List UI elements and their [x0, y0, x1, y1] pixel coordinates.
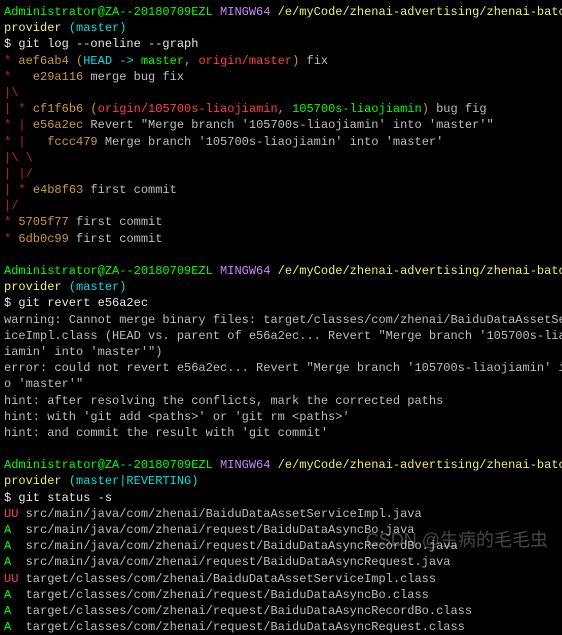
- warn-line: iceImpl.class (HEAD vs. parent of e56a2e…: [4, 328, 558, 344]
- command[interactable]: $ git status -s: [4, 490, 558, 506]
- status-code: A: [4, 588, 18, 602]
- command[interactable]: $ git log --oneline --graph: [4, 36, 558, 52]
- shell-tag: MINGW64: [220, 5, 270, 19]
- prompt-line2: provider (master): [4, 279, 558, 295]
- warn-line: warning: Cannot merge binary files: targ…: [4, 312, 558, 328]
- prompt-line: Administrator@ZA--20180709EZL MINGW64 /e…: [4, 263, 558, 279]
- cwd: /e/myCode/zhenai-advertising/zhenai-batc…: [278, 5, 562, 19]
- command[interactable]: $ git revert e56a2ec: [4, 295, 558, 311]
- error-line: o 'master'": [4, 376, 558, 392]
- status-row: A src/main/java/com/zhenai/request/Baidu…: [4, 522, 558, 538]
- log-row: * 6db0c99 first commit: [4, 231, 558, 247]
- log-row: * 5705f77 first commit: [4, 214, 558, 230]
- status-code: A: [4, 555, 18, 569]
- log-row: | * e4b8f63 first commit: [4, 182, 558, 198]
- prompt-line2: provider (master|REVERTING): [4, 473, 558, 489]
- status-row: A target/classes/com/zhenai/request/Baid…: [4, 619, 558, 635]
- status-code: A: [4, 539, 18, 553]
- commit-hash: 5705f77: [18, 215, 68, 229]
- user-host: Administrator@ZA--20180709EZL: [4, 5, 213, 19]
- branch: (master): [69, 21, 127, 35]
- commit-hash: aef6ab4: [18, 54, 68, 68]
- prompt-line: Administrator@ZA--20180709EZL MINGW64 /e…: [4, 457, 558, 473]
- commit-hash: e29a116: [33, 70, 83, 84]
- blank: [4, 441, 558, 457]
- status-code: A: [4, 604, 18, 618]
- log-row: | * cf1f6b6 (origin/105700s-liaojiamin, …: [4, 101, 558, 117]
- commit-hash: fccc479: [47, 135, 97, 149]
- blank: [4, 247, 558, 263]
- log-row: * | fccc479 Merge branch '105700s-liaoji…: [4, 134, 558, 150]
- status-row: A target/classes/com/zhenai/request/Baid…: [4, 603, 558, 619]
- log-graph: | |/: [4, 166, 558, 182]
- commit-hash: e4b8f63: [33, 183, 83, 197]
- warn-line: iamin' into 'master'"): [4, 344, 558, 360]
- status-code: A: [4, 523, 18, 537]
- prompt-line2: provider (master): [4, 20, 558, 36]
- status-code: UU: [4, 572, 18, 586]
- log-row: * e29a116 merge bug fix: [4, 69, 558, 85]
- log-row: * aef6ab4 (HEAD -> master, origin/master…: [4, 53, 558, 69]
- commit-hash: 6db0c99: [18, 232, 68, 246]
- log-graph: |\ \: [4, 150, 558, 166]
- log-graph: |\: [4, 85, 558, 101]
- status-code: UU: [4, 507, 18, 521]
- status-row: A target/classes/com/zhenai/request/Baid…: [4, 587, 558, 603]
- hint-line: hint: after resolving the conflicts, mar…: [4, 393, 558, 409]
- status-row: A src/main/java/com/zhenai/request/Baidu…: [4, 538, 558, 554]
- hint-line: hint: with 'git add <paths>' or 'git rm …: [4, 409, 558, 425]
- status-row: UU target/classes/com/zhenai/BaiduDataAs…: [4, 571, 558, 587]
- hint-line: hint: and commit the result with 'git co…: [4, 425, 558, 441]
- commit-hash: e56a2ec: [33, 118, 83, 132]
- log-row: * | e56a2ec Revert "Merge branch '105700…: [4, 117, 558, 133]
- prompt-line: Administrator@ZA--20180709EZL MINGW64 /e…: [4, 4, 558, 20]
- status-row: UU src/main/java/com/zhenai/BaiduDataAss…: [4, 506, 558, 522]
- log-graph: |/: [4, 198, 558, 214]
- status-code: A: [4, 620, 18, 634]
- commit-hash: cf1f6b6: [33, 102, 83, 116]
- error-line: error: could not revert e56a2ec... Rever…: [4, 360, 558, 376]
- status-row: A src/main/java/com/zhenai/request/Baidu…: [4, 554, 558, 570]
